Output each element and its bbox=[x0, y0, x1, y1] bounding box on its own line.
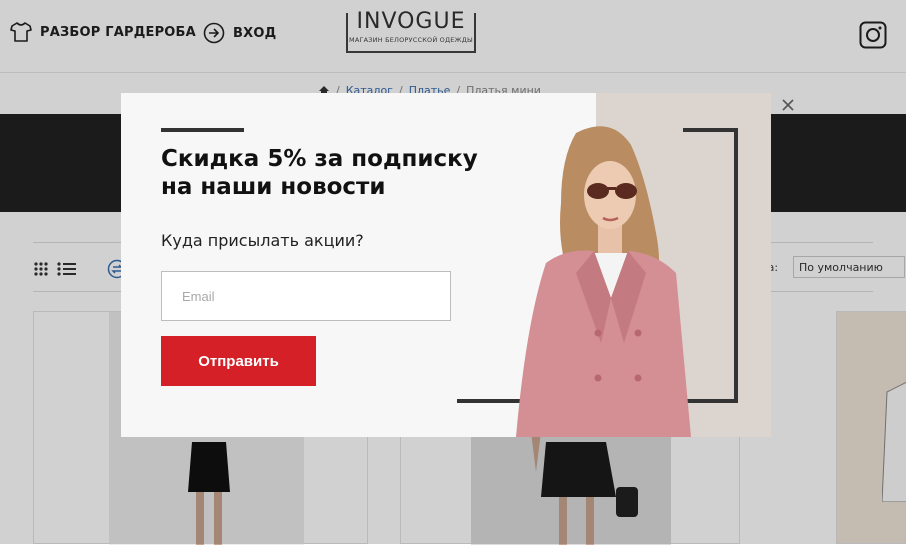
popup-title-line: на наши новости bbox=[161, 174, 386, 200]
close-icon[interactable] bbox=[780, 97, 796, 113]
popup-title: Скидка 5% за подписку на наши новости bbox=[161, 145, 531, 201]
popup-subtitle: Куда присылать акции? bbox=[161, 231, 364, 250]
email-input[interactable] bbox=[161, 271, 451, 321]
model-photo bbox=[516, 126, 691, 437]
subscribe-popup: Скидка 5% за подписку на наши новости Ку… bbox=[121, 93, 771, 437]
accent-line bbox=[161, 128, 244, 132]
submit-button[interactable]: Отправить bbox=[161, 336, 316, 386]
decor-frame bbox=[734, 128, 738, 403]
popup-title-line: Скидка 5% за подписку bbox=[161, 146, 478, 172]
